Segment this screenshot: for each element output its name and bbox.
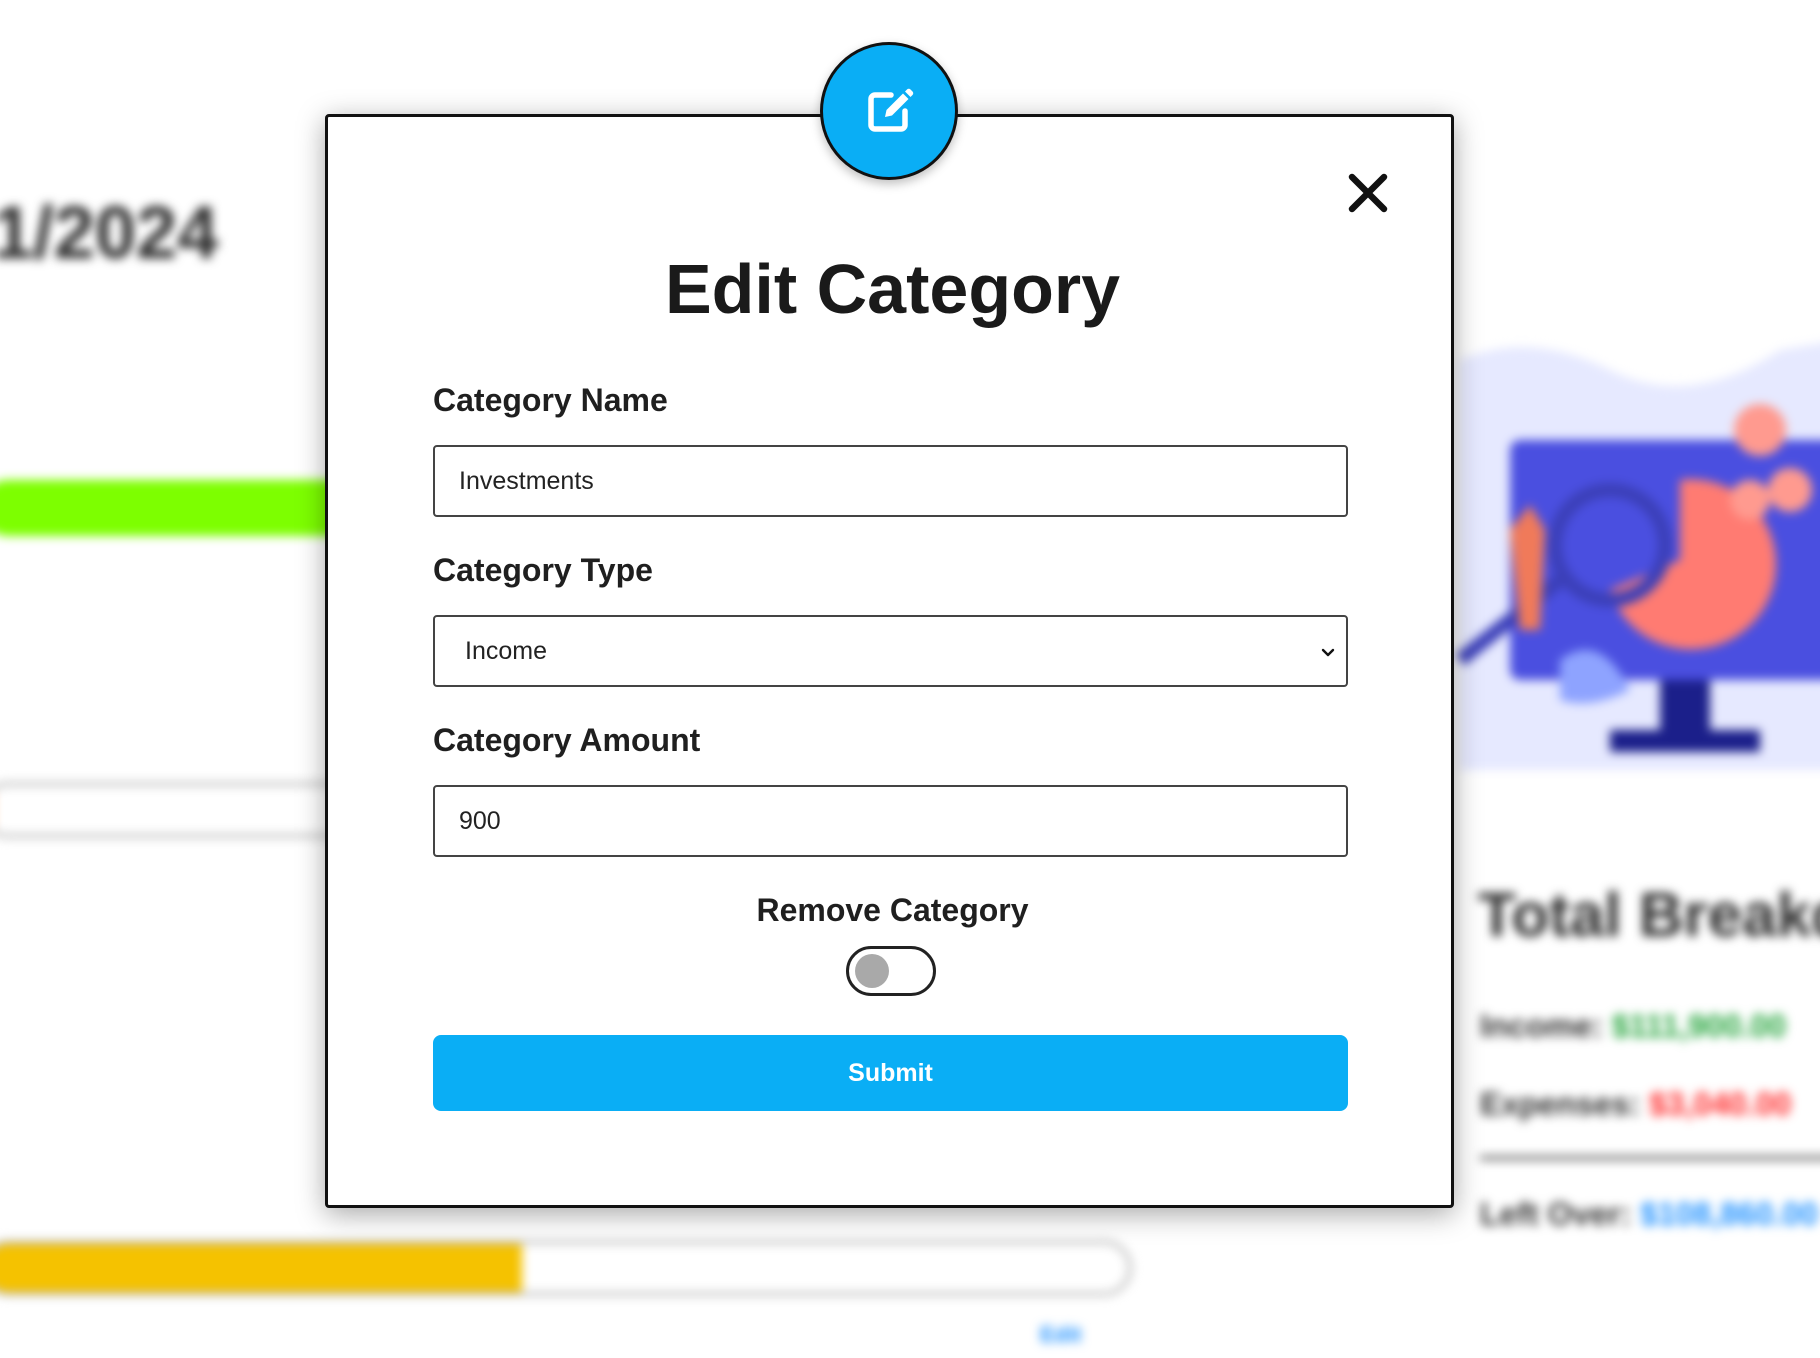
- category-type-select[interactable]: Income: [433, 615, 1348, 687]
- edit-badge: [820, 42, 958, 180]
- edit-icon: [868, 88, 914, 132]
- category-type-label: Category Type: [433, 552, 653, 588]
- modal-title: Edit Category: [664, 250, 1121, 328]
- category-name-input[interactable]: [433, 445, 1348, 517]
- green-progress-bar: [0, 480, 380, 536]
- orange-progress-bar: [0, 782, 380, 838]
- expenses-label: Expenses:: [1480, 1086, 1641, 1122]
- category-name-label: Category Name: [433, 382, 668, 418]
- left-over-row: Left Over: $108,860.00: [1480, 1196, 1818, 1233]
- yellow-progress-bar: [0, 1240, 1132, 1296]
- left-over-value: $108,860.00: [1640, 1196, 1818, 1232]
- yellow-progress-fill: [0, 1244, 522, 1292]
- date-heading: 1/2024: [0, 191, 219, 274]
- toggle-knob: [855, 954, 889, 988]
- edit-category-modal: Edit Category Category Name Category Typ…: [325, 114, 1454, 1208]
- close-button[interactable]: [1340, 165, 1396, 221]
- remove-category-label: Remove Category: [756, 892, 1029, 928]
- green-progress-fill: [0, 484, 376, 532]
- finance-illustration: [1455, 343, 1820, 770]
- income-row: Income: $111,900.00: [1480, 1008, 1786, 1045]
- submit-button[interactable]: Submit: [433, 1035, 1348, 1111]
- breakdown-divider: [1480, 1156, 1820, 1160]
- remove-category-toggle[interactable]: [846, 946, 936, 996]
- chevron-down-icon: [1321, 648, 1335, 657]
- category-amount-input[interactable]: [433, 785, 1348, 857]
- category-type-value: Income: [465, 636, 547, 665]
- category-amount-label: Category Amount: [433, 722, 701, 758]
- expenses-row: Expenses: $3,040.00: [1480, 1086, 1791, 1123]
- breakdown-title: Total Breakdown: [1478, 881, 1820, 950]
- background-edit-link[interactable]: Edit: [1040, 1322, 1082, 1348]
- income-value: $111,900.00: [1611, 1008, 1786, 1044]
- close-icon: [1348, 173, 1388, 213]
- left-over-label: Left Over:: [1480, 1196, 1632, 1232]
- page: 1/2024 Edit Total Breakdown: [0, 0, 1820, 1358]
- income-label: Income:: [1480, 1008, 1603, 1044]
- expenses-value: $3,040.00: [1648, 1086, 1792, 1122]
- total-breakdown: Total Breakdown Income: $111,900.00 Expe…: [1478, 880, 1820, 1232]
